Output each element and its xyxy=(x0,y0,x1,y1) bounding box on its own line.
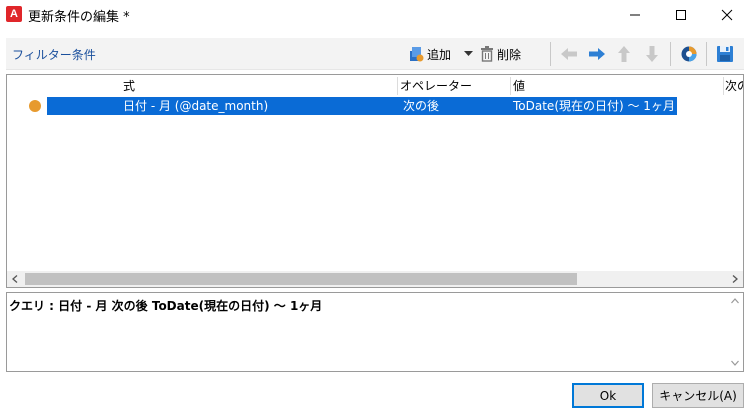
scroll-left-button[interactable] xyxy=(7,271,23,287)
minimize-icon xyxy=(630,14,640,16)
arrow-left-icon xyxy=(561,48,577,60)
filter-toolbar: フィルター条件 追加 削除 xyxy=(6,38,744,70)
caret-down-icon xyxy=(464,51,473,56)
add-condition-icon xyxy=(410,47,424,62)
distribution-button[interactable] xyxy=(680,42,698,66)
pie-chart-icon xyxy=(681,46,697,62)
app-logo-icon: A xyxy=(6,6,22,22)
save-button[interactable] xyxy=(716,42,734,66)
condition-status-icon xyxy=(29,100,41,112)
chevron-right-icon xyxy=(732,275,738,283)
column-header-value[interactable]: 値 xyxy=(511,75,723,97)
query-preview: クエリ : 日付 - 月 次の後 ToDate(現在の日付) 〜 1ヶ月 xyxy=(6,292,744,372)
move-left-button[interactable] xyxy=(560,42,578,66)
arrow-up-icon xyxy=(618,46,630,62)
save-icon xyxy=(717,46,733,62)
vertical-scrollbar[interactable] xyxy=(727,293,743,371)
move-down-button[interactable] xyxy=(644,42,660,66)
cell-operator[interactable]: 次の後 xyxy=(401,97,509,115)
add-dropdown-button[interactable] xyxy=(464,42,473,66)
chevron-down-icon xyxy=(731,360,739,366)
delete-label: 削除 xyxy=(497,47,522,62)
query-text: クエリ : 日付 - 月 次の後 ToDate(現在の日付) 〜 1ヶ月 xyxy=(9,299,323,313)
chevron-left-icon xyxy=(12,275,18,283)
ok-button[interactable]: Ok xyxy=(572,383,644,408)
grid-header: 式 オペレーター 値 次の xyxy=(7,75,743,97)
cell-value[interactable]: ToDate(現在の日付) 〜 1ヶ月 xyxy=(511,97,677,115)
horizontal-scrollbar[interactable] xyxy=(7,271,743,287)
filter-conditions-label: フィルター条件 xyxy=(12,48,96,62)
toolbar-separator xyxy=(706,42,707,66)
scrollbar-thumb[interactable] xyxy=(25,273,577,285)
trash-icon xyxy=(481,46,493,62)
move-up-button[interactable] xyxy=(616,42,632,66)
add-label: 追加 xyxy=(427,47,452,62)
move-right-button[interactable] xyxy=(588,42,606,66)
cell-expression[interactable]: 日付 - 月 (@date_month) xyxy=(121,97,397,115)
conditions-grid: 式 オペレーター 値 次の 日付 - 月 (@date_month) 次の後 T… xyxy=(6,74,744,288)
scroll-down-button[interactable] xyxy=(727,356,743,370)
cancel-button[interactable]: キャンセル(A) xyxy=(652,383,744,408)
table-row[interactable]: 日付 - 月 (@date_month) 次の後 ToDate(現在の日付) 〜… xyxy=(7,97,743,115)
chevron-up-icon xyxy=(731,298,739,304)
maximize-icon xyxy=(676,10,686,20)
add-button[interactable]: 追加 xyxy=(408,42,451,66)
arrow-right-icon xyxy=(589,48,605,60)
maximize-button[interactable] xyxy=(658,0,704,30)
scroll-up-button[interactable] xyxy=(727,294,743,308)
toolbar-separator xyxy=(670,42,671,66)
window-title: 更新条件の編集 * xyxy=(28,10,130,25)
minimize-button[interactable] xyxy=(612,0,658,30)
arrow-down-icon xyxy=(646,46,658,62)
column-header-next[interactable]: 次の xyxy=(724,75,743,97)
title-bar: A 更新条件の編集 * xyxy=(0,0,750,30)
delete-button[interactable]: 削除 xyxy=(480,42,521,66)
column-header-operator[interactable]: オペレーター xyxy=(398,75,510,97)
scroll-right-button[interactable] xyxy=(727,271,743,287)
close-icon xyxy=(721,9,733,21)
column-header-expression[interactable]: 式 xyxy=(121,75,397,97)
close-button[interactable] xyxy=(704,0,750,30)
toolbar-separator xyxy=(550,42,551,66)
